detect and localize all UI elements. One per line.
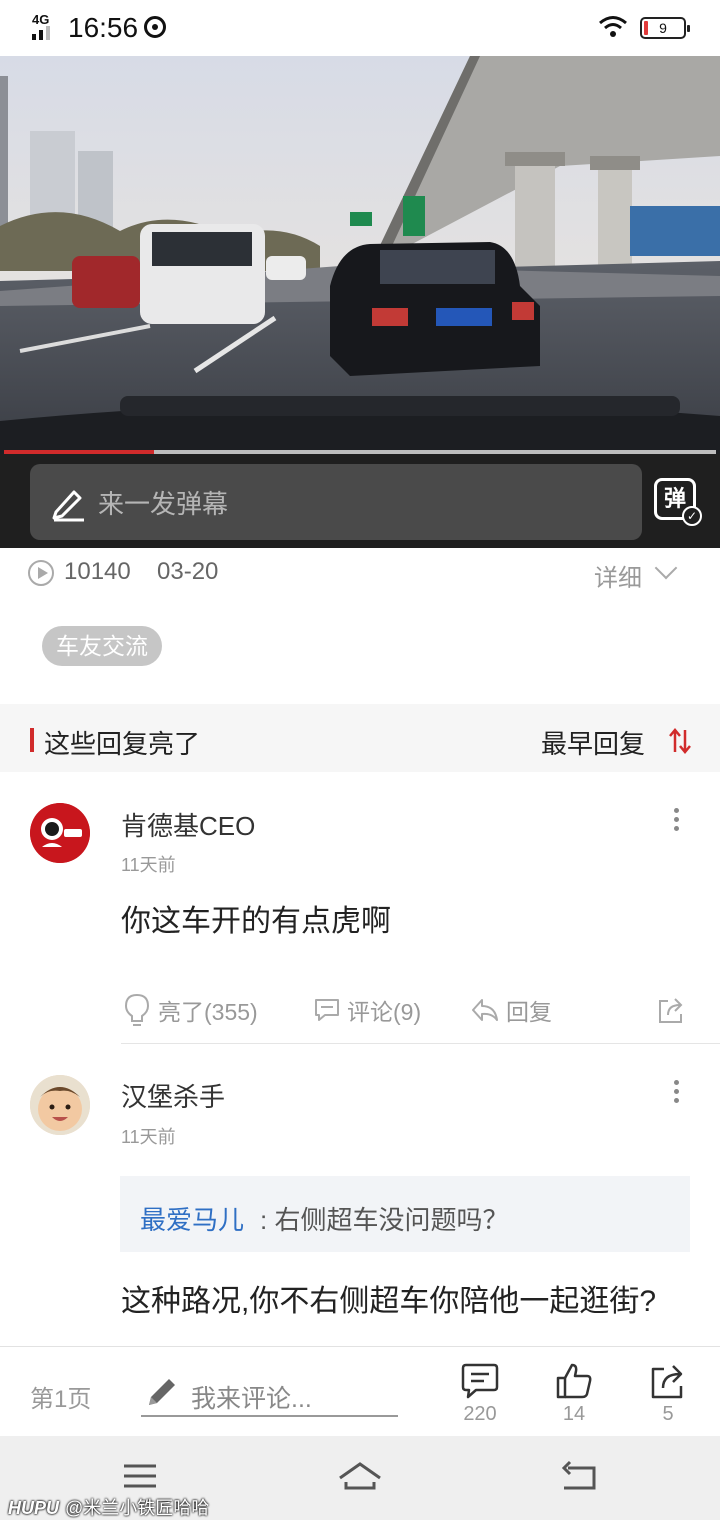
replies-section-header: 这些回复亮了 最早回复: [0, 704, 720, 772]
more-options-icon[interactable]: [674, 1080, 680, 1107]
danmaku-placeholder: 来一发弹幕: [98, 489, 229, 519]
comment-author[interactable]: 汉堡杀手: [121, 1077, 225, 1114]
avatar[interactable]: [30, 1075, 90, 1135]
watermark-user: @米兰小铁匠哈哈: [65, 1498, 210, 1518]
menu-icon[interactable]: [118, 1458, 162, 1494]
sort-icon[interactable]: [668, 728, 692, 754]
edit-pen-icon: [52, 490, 84, 522]
section-title: 这些回复亮了: [44, 729, 201, 759]
post-date: 03-20: [157, 558, 219, 585]
page-indicator[interactable]: 第1页: [30, 1379, 91, 1414]
video-meta: 10140 03-20 详细: [0, 548, 720, 598]
more-options-icon[interactable]: [674, 808, 680, 835]
quoted-reply[interactable]: 最爱马儿 : 右侧超车没问题吗？: [120, 1176, 690, 1252]
reply-button[interactable]: 回复: [470, 990, 552, 1030]
back-icon[interactable]: [558, 1458, 602, 1494]
comment-time: 11天前: [121, 1127, 176, 1147]
like-button[interactable]: 14: [544, 1361, 604, 1429]
check-icon: ✓: [682, 506, 702, 526]
comment-bubble-icon: [461, 1363, 499, 1399]
network-type: 4G: [32, 12, 50, 27]
comment-count: 评论(9): [347, 999, 422, 1025]
share-button[interactable]: 5: [638, 1361, 698, 1429]
kfc-logo-icon: [30, 803, 90, 863]
view-count: 10140: [64, 558, 131, 585]
comment-divider: [121, 1043, 720, 1044]
video-frame: [0, 56, 720, 454]
light-count: 亮了(355): [158, 999, 258, 1025]
share-icon: [651, 1365, 683, 1399]
sync-icon: [144, 16, 166, 38]
section-accent-bar: [30, 728, 34, 752]
comment-bar: 第1页 我来评论... 220 14 5: [0, 1346, 720, 1436]
comment-icon: [315, 999, 339, 1021]
reply-icon: [472, 999, 498, 1021]
comment-text: 这种路况,你不右侧超车你陪他一起逛街?: [121, 1285, 657, 1318]
reply-label: 回复: [506, 999, 552, 1025]
battery-level: 9: [659, 20, 667, 36]
comment-text: 你这车开的有点虎啊: [121, 905, 391, 938]
share-comment-button[interactable]: [656, 990, 692, 1030]
comment-total: 220: [463, 1403, 497, 1425]
watermark-brand: HUPU: [8, 1498, 60, 1518]
like-total: 14: [562, 1403, 586, 1425]
battery-icon: 9: [640, 17, 690, 39]
thumbs-up-icon: [556, 1363, 592, 1399]
pencil-icon: [149, 1379, 175, 1405]
quoted-author[interactable]: 最爱马儿: [140, 1200, 244, 1237]
danmaku-input[interactable]: 来一发弹幕: [30, 464, 642, 540]
watermark: HUPU @米兰小铁匠哈哈: [8, 1494, 209, 1520]
comment-actions: 亮了(355) 评论(9) 回复: [0, 990, 720, 1030]
play-count-icon: [28, 560, 54, 586]
cellular-signal-icon: 4G: [30, 12, 58, 42]
topic-tag[interactable]: 车友交流: [42, 626, 162, 666]
avatar[interactable]: [30, 803, 90, 863]
home-icon[interactable]: [336, 1458, 384, 1494]
status-time: 16:56: [68, 12, 139, 43]
baby-photo-icon: [30, 1075, 90, 1135]
light-button[interactable]: 亮了(355): [122, 990, 258, 1030]
wifi-icon: [599, 16, 627, 37]
comments-button[interactable]: 220: [450, 1361, 510, 1429]
share-total: 5: [662, 1403, 674, 1425]
video-player[interactable]: [0, 56, 720, 454]
sort-button[interactable]: 最早回复: [541, 724, 645, 761]
danmaku-bar: 来一发弹幕 弹 ✓: [0, 454, 720, 548]
danmaku-toggle-button[interactable]: 弹 ✓: [654, 478, 702, 526]
lightbulb-icon: [124, 993, 150, 1026]
quoted-text: : 右侧超车没问题吗？: [260, 1205, 509, 1235]
comment-author[interactable]: 肯德基CEO: [121, 806, 255, 843]
comment-count-button[interactable]: 评论(9): [313, 990, 421, 1030]
comment-time: 11天前: [121, 855, 176, 875]
detail-toggle[interactable]: 详细: [594, 558, 642, 593]
share-icon: [659, 998, 683, 1023]
comment-placeholder: 我来评论...: [191, 1385, 312, 1413]
chevron-down-icon[interactable]: [654, 556, 678, 580]
comment-input[interactable]: 我来评论...: [141, 1371, 398, 1417]
status-bar: 4G 16:56 9: [0, 0, 720, 56]
